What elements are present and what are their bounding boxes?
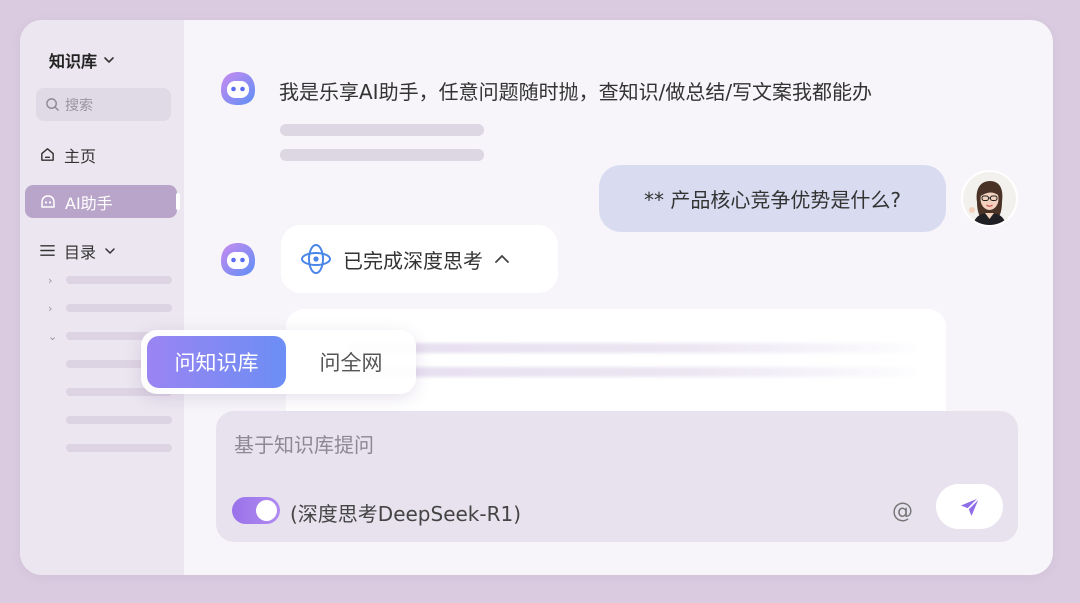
- tree-item-placeholder: [66, 276, 172, 284]
- switch-knob: [256, 500, 277, 521]
- list-icon: [40, 245, 55, 256]
- sidebar-item-label: 目录: [64, 242, 97, 262]
- tree-item-placeholder[interactable]: [66, 444, 172, 452]
- chat-composer: 基于知识库提问 (深度思考DeepSeek-R1) @: [216, 411, 1018, 542]
- chevron-right-icon: ›: [48, 301, 53, 315]
- kb-title-label: 知识库: [49, 52, 98, 71]
- send-button[interactable]: [936, 484, 1003, 529]
- chevron-down-icon: [104, 57, 114, 64]
- robot-icon: [41, 194, 55, 208]
- user-question-text: ** 产品核心竞争优势是什么?: [644, 188, 901, 212]
- answer-text-placeholder: [346, 367, 916, 377]
- deep-think-label: (深度思考DeepSeek-R1): [290, 502, 522, 526]
- question-input[interactable]: 基于知识库提问: [234, 429, 374, 458]
- text-skeleton: [280, 149, 484, 161]
- chevron-up-icon: [495, 254, 509, 263]
- tree-row[interactable]: ›: [48, 273, 172, 287]
- sidebar-item-catalog[interactable]: 目录: [25, 234, 177, 267]
- deep-thinking-toggle[interactable]: 已完成深度思考: [281, 225, 558, 293]
- answer-text-placeholder: [346, 343, 916, 353]
- sidebar-item-ai-assistant[interactable]: AI助手: [25, 185, 180, 218]
- chevron-right-icon: ›: [48, 273, 53, 287]
- question-input-placeholder: 基于知识库提问: [234, 433, 374, 457]
- home-icon: [41, 148, 54, 161]
- scope-option-label: 问知识库: [174, 351, 259, 375]
- tree-row[interactable]: ›: [48, 301, 172, 315]
- assistant-greeting: 我是乐享AI助手，任意问题随时抛，查知识/做总结/写文案我都能办: [279, 80, 873, 104]
- scope-option-label: 问全网: [319, 351, 383, 375]
- sidebar-item-label: AI助手: [65, 193, 113, 213]
- atom-icon: [301, 244, 331, 274]
- ai-assistant-avatar: [221, 72, 255, 105]
- active-indicator: [176, 193, 180, 210]
- sidebar: 知识库 搜索 主页 AI助手 目录 › › ⌄: [20, 20, 184, 575]
- user-message-bubble: ** 产品核心竞争优势是什么?: [599, 165, 946, 232]
- mention-button[interactable]: @: [892, 499, 913, 523]
- knowledge-base-dropdown[interactable]: 知识库: [49, 48, 115, 72]
- tree-item-placeholder: [66, 304, 172, 312]
- scope-option-knowledge-base[interactable]: 问知识库: [147, 336, 286, 388]
- send-icon: [960, 496, 980, 516]
- tree-item-placeholder[interactable]: [66, 416, 172, 424]
- scope-selector: 问知识库 问全网: [141, 330, 416, 394]
- text-skeleton: [280, 124, 484, 136]
- sidebar-item-home[interactable]: 主页: [25, 138, 177, 171]
- chevron-down-icon: [105, 247, 115, 254]
- user-avatar: [961, 170, 1018, 227]
- scope-option-web[interactable]: 问全网: [291, 336, 411, 388]
- search-placeholder: 搜索: [65, 97, 93, 114]
- sidebar-item-label: 主页: [64, 146, 97, 166]
- thinking-status-text: 已完成深度思考: [343, 248, 483, 273]
- ai-assistant-avatar: [221, 243, 255, 276]
- chevron-down-icon: ⌄: [48, 329, 58, 343]
- search-input[interactable]: 搜索: [36, 88, 171, 121]
- app-window: 知识库 搜索 主页 AI助手 目录 › › ⌄ 我是乐享AI助手，任意问题随时抛…: [20, 20, 1053, 575]
- search-icon: [46, 98, 59, 111]
- deep-think-switch[interactable]: [232, 497, 280, 524]
